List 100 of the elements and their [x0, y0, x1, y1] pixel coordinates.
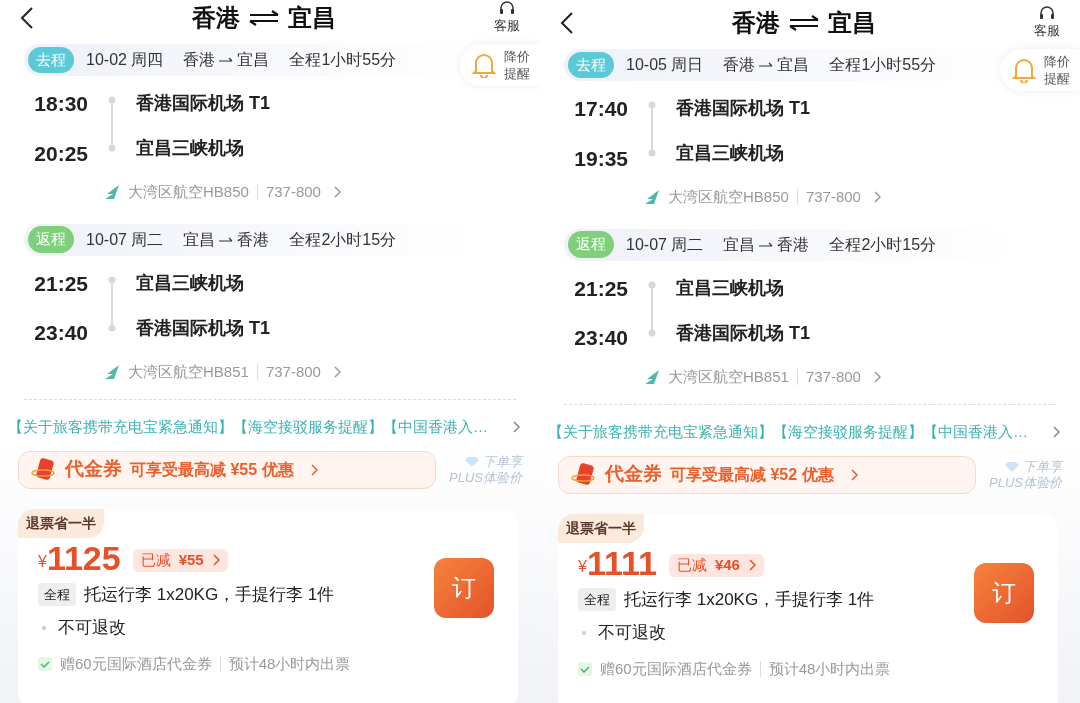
notice-link[interactable]: 【关于旅客携带充电宝紧急通知】【海空接驳服务提醒】【中国香港入… — [8, 416, 488, 439]
segment-date: 10-07 周二 — [86, 229, 164, 250]
baggage-allowance: 托运行李 1x20KG，手提行李 1件 — [84, 583, 335, 606]
aircraft-type: 737-800 — [805, 187, 861, 207]
refund-rule: 不可退改 — [58, 617, 126, 639]
arrival-time: 20:25 — [34, 140, 88, 167]
coupon-banner[interactable]: 代金券 可享受最高减 ¥55 优惠 — [18, 450, 436, 489]
refund-badge: 退票省一半 — [18, 508, 104, 538]
arrival-time: 19:35 — [574, 145, 628, 172]
arrival-airport: 香港国际机场 T1 — [676, 321, 810, 345]
chevron-right-icon — [872, 191, 881, 204]
route-destination: 香港 — [237, 229, 270, 250]
timeline-line — [648, 101, 656, 157]
coupon-label: 代金券 — [65, 457, 122, 482]
arrow-right-icon — [219, 57, 234, 63]
origin-city: 香港 — [192, 3, 240, 33]
duration: 全程1小时55分 — [289, 50, 397, 70]
refund-badge: 退票省一半 — [558, 513, 644, 543]
segment-date: 10-02 周四 — [86, 50, 164, 70]
book-button[interactable]: 订 — [974, 562, 1034, 623]
origin-city: 香港 — [732, 8, 780, 38]
notice-link[interactable]: 【关于旅客携带充电宝紧急通知】【海空接驳服务提醒】【中国香港入… — [548, 421, 1028, 444]
segment-date: 10-07 周二 — [626, 234, 704, 255]
baggage-allowance: 托运行李 1x20KG，手提行李 1件 — [624, 588, 875, 611]
timeline-line — [648, 280, 656, 337]
airline-logo-icon — [644, 190, 660, 205]
diamond-icon — [465, 456, 479, 467]
chevron-right-icon — [332, 186, 341, 199]
airline-logo-icon — [644, 369, 660, 384]
arrival-time: 23:40 — [574, 325, 628, 351]
departure-airport: 香港国际机场 T1 — [676, 97, 810, 120]
route-destination: 宜昌 — [237, 50, 270, 70]
coupon-label: 代金券 — [605, 462, 662, 487]
chevron-right-icon — [747, 559, 756, 572]
segment-tag: 去程 — [28, 46, 74, 74]
price-alert-button[interactable]: 降价提醒 — [460, 44, 540, 86]
currency-symbol: ¥ — [38, 552, 47, 572]
plus-promo-text: PLUS体验价 — [989, 474, 1062, 491]
arrival-airport: 宜昌三峡机场 — [136, 137, 245, 160]
flight-number: 大湾区航空HB850 — [668, 187, 789, 207]
arrow-right-icon — [759, 62, 774, 68]
back-icon[interactable] — [560, 12, 574, 34]
plus-promo-text: 下单享 — [1023, 458, 1062, 475]
flight-number: 大湾区航空HB850 — [128, 182, 249, 202]
price: 1111 — [586, 542, 657, 583]
route-destination: 香港 — [777, 234, 810, 255]
duration: 全程2小时15分 — [289, 229, 397, 250]
baggage-tag: 全程 — [38, 582, 76, 606]
departure-time: 21:25 — [574, 275, 628, 302]
swap-arrows-icon — [248, 10, 280, 26]
bell-icon — [472, 52, 496, 78]
price-alert-button[interactable]: 降价提醒 — [1000, 49, 1080, 91]
currency-symbol: ¥ — [578, 557, 587, 577]
arrival-airport: 香港国际机场 T1 — [136, 316, 270, 340]
timeline-line — [108, 275, 116, 332]
route-origin: 宜昌 — [183, 229, 216, 250]
bell-icon — [1012, 57, 1036, 83]
plus-promo-text: PLUS体验价 — [449, 469, 522, 486]
departure-airport: 宜昌三峡机场 — [676, 276, 785, 300]
route-destination: 宜昌 — [777, 55, 810, 75]
arrival-time: 23:40 — [34, 320, 88, 346]
duration: 全程2小时15分 — [829, 234, 937, 255]
arrow-right-icon — [219, 236, 234, 243]
book-button[interactable]: 订 — [434, 557, 494, 618]
check-icon — [578, 661, 592, 676]
destination-city: 宜昌 — [288, 3, 336, 33]
refund-rule: 不可退改 — [598, 622, 666, 644]
envelope-icon — [571, 462, 597, 487]
perk-text: 赠60元国际酒店代金券 — [600, 658, 752, 679]
airline-logo-icon — [104, 364, 120, 379]
timeline-line — [108, 96, 116, 152]
route-origin: 香港 — [723, 55, 756, 75]
arrow-right-icon — [759, 241, 774, 248]
chevron-right-icon — [512, 421, 520, 434]
arrival-airport: 宜昌三峡机场 — [676, 142, 785, 165]
back-icon[interactable] — [20, 7, 34, 29]
check-icon — [38, 656, 52, 671]
headset-icon — [1038, 5, 1056, 22]
plus-promo-text: 下单享 — [483, 453, 522, 470]
segment-tag: 返程 — [28, 226, 74, 253]
customer-service-button[interactable]: 客服 — [1034, 5, 1060, 41]
customer-service-button[interactable]: 客服 — [494, 0, 520, 36]
destination-city: 宜昌 — [828, 8, 876, 38]
departure-time: 21:25 — [34, 270, 88, 297]
departure-time: 18:30 — [34, 91, 88, 117]
chevron-right-icon — [872, 370, 881, 383]
diamond-icon — [1005, 461, 1019, 472]
duration: 全程1小时55分 — [829, 55, 937, 75]
baggage-tag: 全程 — [578, 587, 616, 611]
coupon-banner[interactable]: 代金券 可享受最高减 ¥52 优惠 — [558, 455, 976, 494]
discount-tag[interactable]: 已减 ¥46 — [668, 554, 764, 577]
departure-airport: 香港国际机场 T1 — [136, 92, 270, 115]
coupon-text: 可享受最高减 ¥55 优惠 — [130, 459, 294, 480]
discount-tag[interactable]: 已减 ¥55 — [132, 549, 228, 572]
airline-logo-icon — [104, 185, 120, 200]
perk-text: 预计48小时内出票 — [228, 653, 351, 674]
chevron-right-icon — [1052, 426, 1060, 439]
segment-tag: 去程 — [568, 51, 614, 79]
perk-text: 赠60元国际酒店代金券 — [60, 653, 212, 674]
swap-arrows-icon — [788, 15, 820, 31]
